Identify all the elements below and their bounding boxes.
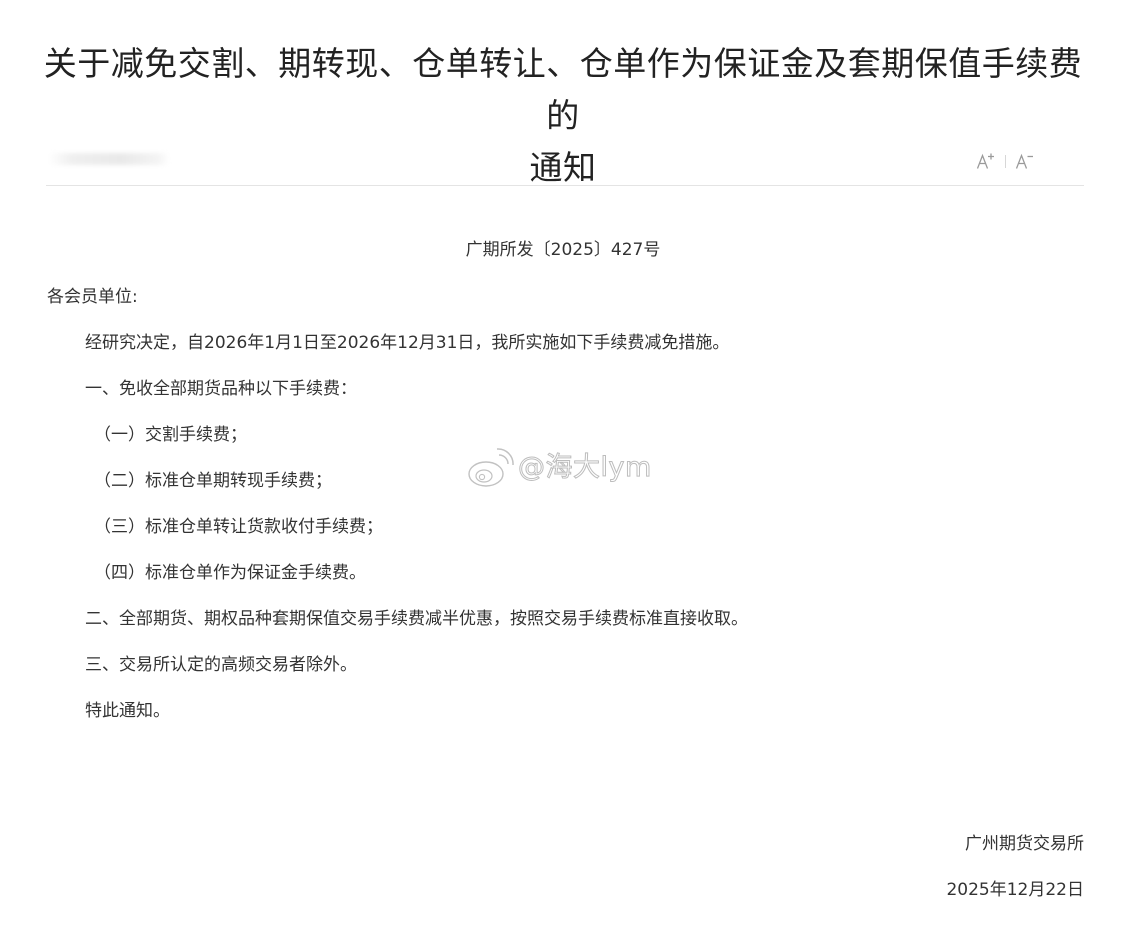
meta-row	[46, 146, 1084, 176]
watermark-text: @海大lym	[518, 452, 652, 484]
section-1-item: （四）标准仓单作为保证金手续费。	[94, 563, 366, 583]
section-2: 二、全部期货、期权品种套期保值交易手续费减半优惠，按照交易手续费标准直接收取。	[85, 609, 748, 629]
weibo-logo-icon	[468, 448, 514, 487]
font-controls-separator	[1005, 154, 1006, 168]
title-line-1: 关于减免交割、期转现、仓单转让、仓单作为保证金及套期保值手续费的	[43, 44, 1083, 135]
blurred-source-info	[48, 153, 170, 165]
document-number: 广期所发〔2025〕427号	[465, 240, 661, 260]
section-1-item: （二）标准仓单期转现手续费；	[94, 471, 332, 491]
signature-organization: 广州期货交易所	[965, 834, 1084, 854]
notice-page: 关于减免交割、期转现、仓单转让、仓单作为保证金及套期保值手续费的 通知 广期所发〔…	[0, 0, 1126, 934]
font-size-increase-icon[interactable]	[973, 149, 999, 173]
salutation: 各会员单位:	[47, 287, 138, 307]
section-1-item: （一）交割手续费；	[94, 425, 247, 445]
font-size-controls	[973, 149, 1038, 173]
intro-paragraph: 经研究决定，自2026年1月1日至2026年12月31日，我所实施如下手续费减免…	[85, 333, 730, 353]
section-3: 三、交易所认定的高频交易者除外。	[85, 655, 357, 675]
section-1-title: 一、免收全部期货品种以下手续费：	[85, 379, 357, 399]
header-divider	[46, 185, 1084, 186]
closing-text: 特此通知。	[85, 701, 170, 721]
font-size-decrease-icon[interactable]	[1012, 149, 1038, 173]
signature-date: 2025年12月22日	[946, 880, 1084, 900]
section-1-item: （三）标准仓单转让货款收付手续费；	[94, 517, 383, 537]
watermark: @海大lym	[466, 444, 652, 492]
